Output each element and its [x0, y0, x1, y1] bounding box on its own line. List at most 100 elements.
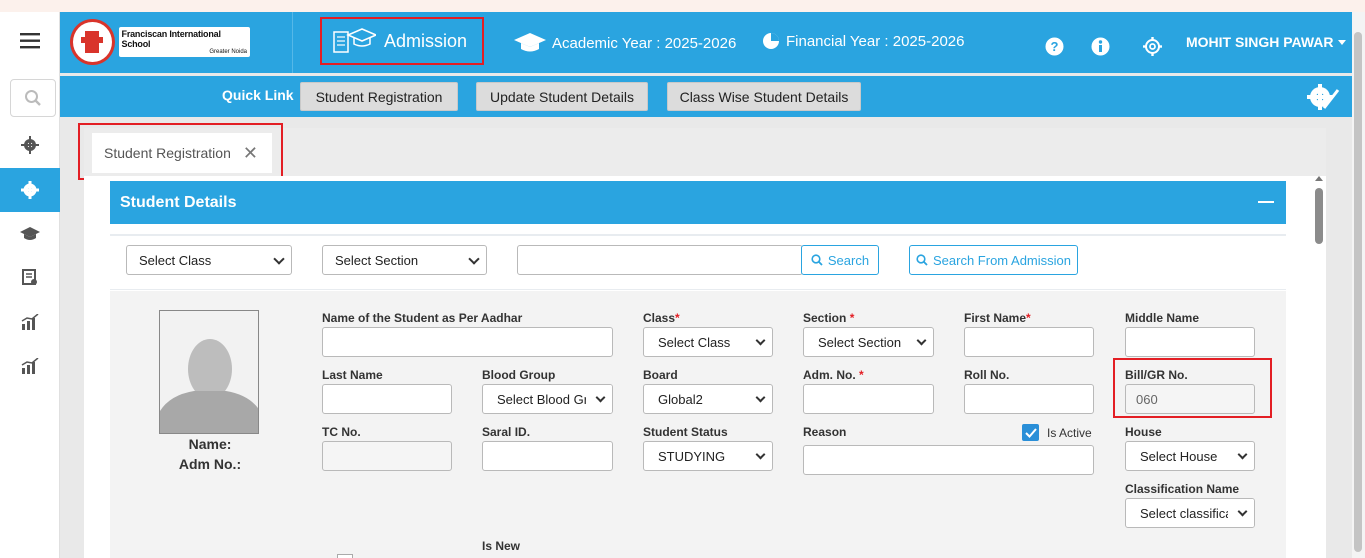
adm-no-label-text: Adm. No.	[803, 368, 859, 382]
sidebar-item-dashboard[interactable]	[0, 123, 60, 167]
scroll-up-icon[interactable]	[1315, 176, 1323, 181]
sidebar-item-academics[interactable]	[0, 212, 60, 256]
tc-no-label: TC No.	[322, 425, 361, 439]
gear-icon	[21, 181, 39, 199]
search-section-select[interactable]: Select Section	[322, 245, 487, 275]
student-status-select[interactable]: STUDYING	[643, 441, 773, 471]
search-section-value: Select Section	[335, 252, 419, 268]
financial-year[interactable]: Financial Year : 2025-2026	[762, 32, 964, 50]
section-select[interactable]: Select Section	[803, 327, 934, 357]
minimize-icon[interactable]	[1258, 201, 1274, 203]
bill-gr-no-value: 060	[1136, 391, 1158, 407]
search-from-admission-button[interactable]: Search From Admission	[909, 245, 1078, 275]
classification-label: Classification Name	[1125, 482, 1240, 496]
board-label: Board	[643, 368, 678, 382]
module-label: Admission	[384, 30, 468, 51]
sidebar-search-button[interactable]	[10, 79, 56, 117]
roll-no-label: Roll No.	[964, 368, 1010, 382]
student-photo[interactable]	[159, 310, 259, 434]
tab-label: Student Registration	[104, 145, 231, 161]
photo-adm-label: Adm No.:	[178, 456, 242, 472]
classification-select[interactable]: Select classification	[1125, 498, 1255, 528]
quick-link-class-wise-student-details[interactable]: Class Wise Student Details	[667, 82, 861, 111]
aadhar-name-field[interactable]	[322, 327, 613, 357]
required-asterisk: *	[1026, 311, 1031, 325]
section-label-text: Section	[803, 311, 850, 325]
certificate-icon	[22, 269, 37, 285]
quick-link-update-student-details[interactable]: Update Student Details	[476, 82, 648, 111]
blood-group-select[interactable]: Select Blood Group	[482, 384, 613, 414]
admission-icon	[333, 28, 376, 53]
tab-student-registration[interactable]: Student Registration ✕	[92, 133, 272, 173]
chevron-down-icon	[1237, 449, 1248, 460]
section-label: Section *	[803, 311, 854, 325]
search-input[interactable]	[517, 245, 803, 275]
hamburger-icon	[20, 33, 40, 49]
school-logo-area[interactable]: Franciscan International School Greater …	[60, 12, 293, 73]
sidebar-item-reports[interactable]	[0, 300, 60, 344]
last-name-label: Last Name	[322, 368, 383, 382]
middle-name-field[interactable]	[1125, 327, 1255, 357]
first-name-field[interactable]	[964, 327, 1094, 357]
sidebar-item-analytics[interactable]	[0, 344, 60, 388]
user-name: MOHIT SINGH PAWAR	[1186, 34, 1334, 50]
middle-name-label: Middle Name	[1125, 311, 1200, 325]
tc-no-field[interactable]	[322, 441, 452, 471]
unchecked-checkbox[interactable]	[337, 554, 353, 558]
graduation-cap-icon	[20, 227, 40, 240]
class-value: Select Class	[658, 334, 731, 350]
chevron-down-icon	[916, 335, 927, 346]
last-name-field[interactable]	[322, 384, 452, 414]
reason-label: Reason	[803, 425, 847, 439]
scroll-thumb[interactable]	[1315, 188, 1323, 244]
search-icon	[25, 90, 41, 106]
customize-button[interactable]	[1306, 82, 1340, 112]
house-label: House	[1125, 425, 1162, 439]
page-scrollbar[interactable]	[1352, 12, 1365, 558]
module-title[interactable]: Admission	[320, 17, 484, 65]
bill-gr-no-field[interactable]: 060	[1125, 384, 1255, 414]
settings-button[interactable]	[1142, 36, 1162, 56]
left-sidebar	[0, 12, 60, 558]
roll-no-field[interactable]	[964, 384, 1094, 414]
gear-icon	[1142, 36, 1162, 56]
board-value: Global2	[658, 391, 703, 407]
is-active-checkbox[interactable]	[1022, 424, 1039, 441]
sidebar-item-certificate[interactable]	[0, 256, 60, 300]
financial-year-label: Financial Year : 2025-2026	[786, 32, 965, 50]
user-menu[interactable]: MOHIT SINGH PAWAR	[1186, 34, 1346, 50]
page-scroll-thumb[interactable]	[1354, 32, 1362, 552]
class-select[interactable]: Select Class	[643, 327, 773, 357]
house-value: Select House	[1140, 448, 1218, 464]
panel-scrollbar[interactable]	[1312, 176, 1326, 558]
quick-link-student-registration[interactable]: Student Registration	[300, 82, 458, 111]
bill-gr-no-label: Bill/GR No.	[1125, 368, 1188, 382]
avatar-placeholder-icon	[160, 311, 258, 433]
tab-highlight: Student Registration ✕	[78, 123, 283, 180]
globe-gear-icon	[21, 136, 39, 154]
quick-link-bar: Quick Link Student Registration Update S…	[60, 76, 1352, 117]
house-select[interactable]: Select House	[1125, 441, 1255, 471]
sidebar-item-settings[interactable]	[0, 168, 60, 212]
search-class-select[interactable]: Select Class	[126, 245, 292, 275]
student-details-header: Student Details	[110, 181, 1286, 224]
close-icon[interactable]: ✕	[243, 143, 258, 164]
required-asterisk: *	[859, 368, 864, 382]
info-button[interactable]	[1090, 36, 1110, 56]
blood-group-label: Blood Group	[482, 368, 556, 382]
reason-field[interactable]	[803, 445, 1094, 475]
chevron-down-icon	[755, 392, 766, 403]
help-button[interactable]: ?	[1044, 36, 1064, 56]
board-select[interactable]: Global2	[643, 384, 773, 414]
chevron-down-icon	[755, 335, 766, 346]
search-button[interactable]: Search	[801, 245, 879, 275]
info-icon	[1091, 37, 1109, 55]
menu-toggle-button[interactable]	[0, 19, 60, 63]
chevron-down-icon	[468, 253, 480, 265]
adm-no-field[interactable]	[803, 384, 934, 414]
browser-top-strip	[0, 0, 1365, 12]
required-asterisk: *	[849, 311, 855, 325]
saral-id-field[interactable]	[482, 441, 613, 471]
academic-year[interactable]: Academic Year : 2025-2026	[514, 32, 736, 54]
search-icon	[916, 254, 928, 266]
